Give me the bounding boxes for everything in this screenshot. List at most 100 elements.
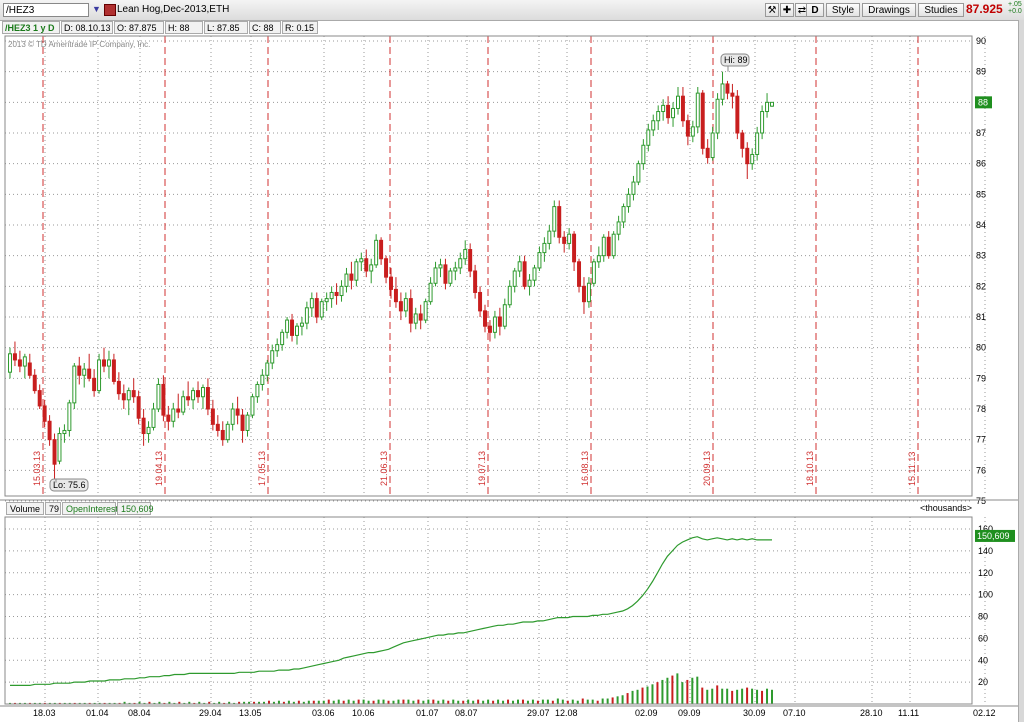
- candle-body: [205, 387, 210, 410]
- candle-body: [656, 111, 661, 122]
- candle-body: [121, 393, 126, 401]
- candle-body: [700, 92, 705, 149]
- expiry-label: 18.10.13: [805, 451, 815, 486]
- candle-body: [32, 374, 37, 392]
- price-grid: [5, 36, 986, 502]
- volume-bar: [467, 699, 470, 704]
- candle-body: [458, 258, 463, 269]
- candle-body: [616, 221, 621, 235]
- candle-body: [374, 239, 379, 266]
- volume-bar: [546, 699, 549, 704]
- candle-body: [671, 107, 676, 119]
- candle-body: [710, 132, 715, 159]
- candle-body: [250, 396, 255, 416]
- candle-body: [453, 267, 458, 272]
- chart-canvas[interactable]: 15.03.13 19.04.13 17.05.13 21.06.13 19.07.13…: [0, 0, 1018, 722]
- candle-body: [329, 291, 334, 300]
- candle-body: [295, 325, 299, 336]
- candle-body: [745, 147, 750, 165]
- candle-body: [750, 153, 755, 165]
- volume-bar: [571, 699, 574, 704]
- candle-body: [676, 95, 680, 109]
- candle-body: [765, 101, 770, 113]
- price-tick-label: 80: [976, 343, 986, 353]
- volume-bar: [487, 699, 490, 704]
- volume-grid: [5, 517, 986, 704]
- candle-body: [423, 301, 428, 321]
- candle-body: [270, 350, 275, 364]
- volume-bar: [347, 699, 350, 704]
- candle-body: [37, 390, 42, 407]
- candle-body: [275, 344, 280, 352]
- candle-body: [215, 423, 220, 431]
- x-tick-label: 13.05: [239, 708, 262, 718]
- expiry-label: 19.07.13: [477, 451, 487, 486]
- candle-body: [106, 359, 111, 367]
- candle-body: [161, 383, 166, 416]
- candle-body: [126, 390, 131, 401]
- candle-body: [577, 261, 582, 287]
- candle-body: [685, 120, 690, 137]
- price-tick-label: 85: [976, 189, 986, 199]
- candle-body: [483, 310, 487, 327]
- candle-body: [532, 267, 537, 281]
- candle-body: [290, 319, 295, 336]
- volume-bar: [327, 699, 330, 704]
- volume-bar: [681, 682, 684, 704]
- volume-tick-label: 140: [978, 546, 993, 556]
- candle-body: [389, 276, 393, 290]
- candle-body: [418, 313, 423, 321]
- price-tick-label: 78: [976, 404, 986, 414]
- volume-bar: [651, 684, 654, 704]
- volume-bar: [397, 699, 400, 704]
- current-price-badge-text: 88: [978, 97, 988, 107]
- volume-bar: [432, 699, 435, 704]
- candle-body: [730, 92, 735, 97]
- candle-body: [552, 206, 557, 232]
- candle-body: [384, 258, 389, 278]
- volume-bar: [721, 688, 724, 704]
- price-tick-label: 87: [976, 128, 986, 138]
- volume-bar: [701, 687, 704, 704]
- candle-body: [131, 390, 136, 398]
- expiry-label: 15.11.13: [907, 452, 917, 486]
- candle-body: [760, 111, 765, 134]
- candle-body: [542, 242, 547, 254]
- volume-bar: [696, 676, 699, 704]
- side-panel-strip[interactable]: [1018, 20, 1024, 722]
- volume-bar: [586, 699, 589, 704]
- candle-body: [735, 95, 740, 134]
- candle-body: [651, 120, 656, 131]
- candle-body: [314, 298, 319, 318]
- expiry-label: 17.05.13: [257, 451, 267, 486]
- volume-bar: [452, 699, 455, 704]
- candle-body: [47, 420, 52, 441]
- expiry-label: 15.03.13: [32, 451, 42, 486]
- candle-body: [225, 423, 230, 441]
- candle-body: [502, 304, 507, 327]
- x-tick-label: 29.04: [199, 708, 222, 718]
- volume-bar: [706, 689, 709, 704]
- x-tick-label: 02.09: [635, 708, 658, 718]
- price-tick-label: 81: [976, 312, 986, 322]
- candle-body: [478, 291, 483, 312]
- expiry-label: 16.08.13: [580, 451, 590, 486]
- x-tick-label: 11.11: [898, 708, 919, 718]
- candle-body: [52, 439, 57, 465]
- candle-body: [97, 359, 102, 392]
- expiry-label: 21.06.13: [379, 451, 389, 486]
- volume-tick-label: 20: [978, 677, 988, 687]
- candle-body: [8, 353, 12, 373]
- candle-body: [72, 365, 77, 404]
- candle-body: [255, 383, 260, 398]
- price-tick-label: 84: [976, 220, 986, 230]
- volume-bar: [531, 699, 534, 704]
- volume-bar: [631, 690, 634, 704]
- candle-body: [725, 83, 730, 94]
- price-tick-label: 75: [976, 496, 986, 506]
- volume-bar: [541, 699, 544, 704]
- volume-bar: [771, 689, 773, 704]
- volume-bar: [756, 689, 759, 704]
- candle-body: [17, 359, 22, 367]
- volume-bar: [581, 698, 584, 704]
